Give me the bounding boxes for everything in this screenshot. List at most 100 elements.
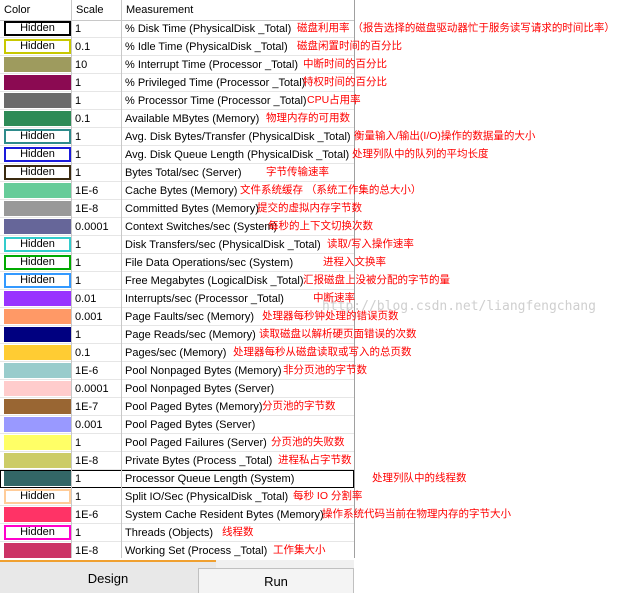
measurement-cell[interactable]: Available MBytes (Memory) (122, 110, 354, 128)
table-row[interactable]: 1 Page Reads/sec (Memory) (0, 326, 354, 344)
scale-cell[interactable]: 1 (72, 128, 122, 146)
scale-cell[interactable]: 1 (72, 74, 122, 92)
color-cell[interactable]: Hidden (0, 524, 72, 542)
scale-cell[interactable]: 0.0001 (72, 380, 122, 398)
color-cell[interactable] (0, 398, 72, 416)
table-row[interactable]: 0.001 Pool Paged Bytes (Server) (0, 416, 354, 434)
color-cell[interactable] (0, 362, 72, 380)
tab-run[interactable]: Run (198, 568, 354, 593)
scale-cell[interactable]: 1 (72, 272, 122, 290)
tab-design[interactable]: Design (0, 560, 216, 593)
color-cell[interactable]: Hidden (0, 164, 72, 182)
color-swatch[interactable] (4, 435, 71, 450)
hidden-swatch[interactable]: Hidden (4, 255, 71, 270)
color-cell[interactable] (0, 380, 72, 398)
scale-cell[interactable]: 1 (72, 164, 122, 182)
color-swatch[interactable] (4, 93, 71, 108)
table-row[interactable]: Hidden 1 Disk Transfers/sec (PhysicalDisk … (0, 236, 354, 254)
scale-cell[interactable]: 1 (72, 524, 122, 542)
color-cell[interactable] (0, 308, 72, 326)
measurement-cell[interactable]: Committed Bytes (Memory) (122, 200, 354, 218)
measurement-cell[interactable]: Pool Paged Bytes (Server) (122, 416, 354, 434)
color-cell[interactable] (0, 74, 72, 92)
table-row[interactable]: 0.01 Interrupts/sec (Processor _Total) (0, 290, 354, 308)
measurement-cell[interactable]: Interrupts/sec (Processor _Total) (122, 290, 354, 308)
measurement-cell[interactable]: Pool Nonpaged Bytes (Server) (122, 380, 354, 398)
color-swatch[interactable] (4, 57, 71, 72)
table-row[interactable]: 1% Processor Time (Processor _Total) (0, 92, 354, 110)
table-row[interactable]: 0.1 Pages/sec (Memory) (0, 344, 354, 362)
color-cell[interactable]: Hidden (0, 236, 72, 254)
scale-cell[interactable]: 1E-6 (72, 362, 122, 380)
color-cell[interactable]: Hidden (0, 20, 72, 38)
scale-cell[interactable]: 0.001 (72, 308, 122, 326)
color-swatch[interactable] (4, 417, 71, 432)
color-cell[interactable] (0, 542, 72, 558)
measurement-cell[interactable]: Page Faults/sec (Memory) (122, 308, 354, 326)
hidden-swatch[interactable]: Hidden (4, 165, 71, 180)
scale-cell[interactable]: 1E-6 (72, 182, 122, 200)
scale-cell[interactable]: 1 (72, 20, 122, 38)
scale-cell[interactable]: 0.01 (72, 290, 122, 308)
hidden-swatch[interactable]: Hidden (4, 525, 71, 540)
color-swatch[interactable] (4, 75, 71, 90)
color-cell[interactable] (0, 506, 72, 524)
color-swatch[interactable] (4, 201, 71, 216)
scale-cell[interactable]: 1E-8 (72, 542, 122, 558)
measurement-cell[interactable]: % Processor Time (Processor _Total) (122, 92, 354, 110)
table-row[interactable]: Hidden 1 Bytes Total/sec (Server) (0, 164, 354, 182)
table-row[interactable]: Hidden 1 Avg. Disk Bytes/Transfer (Physica… (0, 128, 354, 146)
measurement-cell[interactable]: Bytes Total/sec (Server) (122, 164, 354, 182)
measurement-cell[interactable]: % Disk Time (PhysicalDisk _Total) (122, 20, 354, 38)
color-swatch[interactable] (4, 111, 71, 126)
scale-cell[interactable]: 1 (72, 254, 122, 272)
measurement-cell[interactable]: Cache Bytes (Memory) (122, 182, 354, 200)
color-swatch[interactable] (4, 543, 71, 558)
color-cell[interactable] (0, 344, 72, 362)
hidden-swatch[interactable]: Hidden (4, 39, 71, 54)
scale-cell[interactable]: 0.1 (72, 110, 122, 128)
color-cell[interactable] (0, 416, 72, 434)
color-swatch[interactable] (4, 219, 71, 234)
color-cell[interactable]: Hidden (0, 254, 72, 272)
color-cell[interactable] (0, 452, 72, 470)
table-row[interactable]: Hidden 1% Disk Time (PhysicalDisk _Total) (0, 20, 354, 38)
measurement-cell[interactable]: File Data Operations/sec (System) (122, 254, 354, 272)
scale-cell[interactable]: 1 (72, 470, 122, 488)
measurement-cell[interactable]: Context Switches/sec (System) (122, 218, 354, 236)
hidden-swatch[interactable]: Hidden (4, 129, 71, 144)
hidden-swatch[interactable]: Hidden (4, 237, 71, 252)
color-cell[interactable] (0, 434, 72, 452)
table-row[interactable]: Hidden 1 Free Megabytes (LogicalDisk _Tota… (0, 272, 354, 290)
measurement-cell[interactable]: Disk Transfers/sec (PhysicalDisk _Total) (122, 236, 354, 254)
table-row[interactable]: Hidden 1 Avg. Disk Queue Length (PhysicalD… (0, 146, 354, 164)
measurement-cell[interactable]: % Interrupt Time (Processor _Total) (122, 56, 354, 74)
table-row[interactable]: 1E-6 System Cache Resident Bytes (Memory) (0, 506, 354, 524)
table-row[interactable]: 0.0001 Context Switches/sec (System) (0, 218, 354, 236)
scale-cell[interactable]: 1 (72, 236, 122, 254)
table-row[interactable]: 0.001 Page Faults/sec (Memory) (0, 308, 354, 326)
scale-cell[interactable]: 1 (72, 146, 122, 164)
color-swatch[interactable] (4, 399, 71, 414)
table-row[interactable]: 10% Interrupt Time (Processor _Total) (0, 56, 354, 74)
table-row[interactable]: 1E-8 Committed Bytes (Memory) (0, 200, 354, 218)
table-row[interactable]: Hidden 1 File Data Operations/sec (System) (0, 254, 354, 272)
color-swatch[interactable] (4, 381, 71, 396)
scale-cell[interactable]: 1E-7 (72, 398, 122, 416)
measurement-cell[interactable]: Pages/sec (Memory) (122, 344, 354, 362)
scale-cell[interactable]: 0.0001 (72, 218, 122, 236)
scale-cell[interactable]: 0.1 (72, 344, 122, 362)
color-cell[interactable] (0, 200, 72, 218)
measurement-cell[interactable]: Private Bytes (Process _Total) (122, 452, 354, 470)
color-cell[interactable] (0, 290, 72, 308)
table-row[interactable]: Hidden 0.1% Idle Time (PhysicalDisk _Tota… (0, 38, 354, 56)
color-cell[interactable]: Hidden (0, 146, 72, 164)
color-cell[interactable] (0, 218, 72, 236)
color-cell[interactable]: Hidden (0, 272, 72, 290)
color-cell[interactable] (0, 470, 72, 488)
color-swatch[interactable] (4, 327, 71, 342)
measurement-cell[interactable]: Pool Paged Bytes (Memory) (122, 398, 354, 416)
color-cell[interactable] (0, 326, 72, 344)
measurement-cell[interactable]: Split IO/Sec (PhysicalDisk _Total) (122, 488, 354, 506)
measurement-cell[interactable]: Pool Nonpaged Bytes (Memory) (122, 362, 354, 380)
